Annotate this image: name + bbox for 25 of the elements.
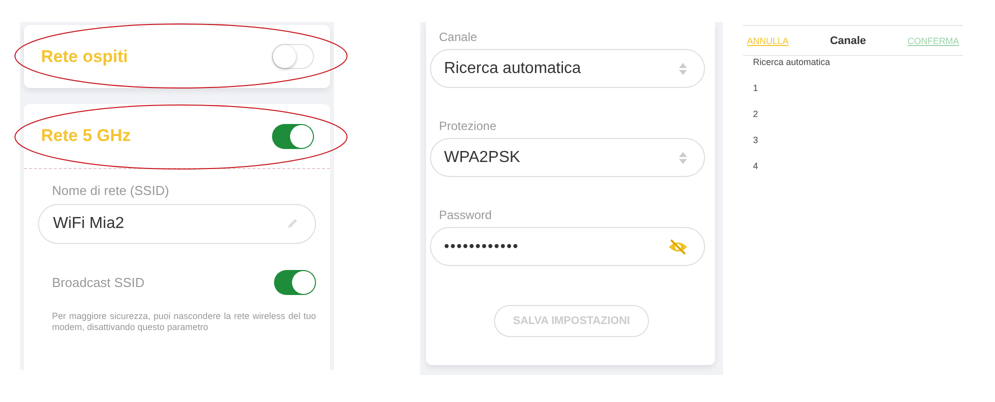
ssid-label: Nome di rete (SSID) xyxy=(52,183,170,198)
sort-arrows-icon xyxy=(678,150,688,164)
sort-arrows-icon xyxy=(678,62,688,76)
field-label: Protezione xyxy=(439,119,498,133)
channel-option[interactable]: 2 xyxy=(743,108,963,134)
select-field[interactable]: Ricerca automatica xyxy=(430,49,705,88)
ssid-field[interactable]: WiFi Mia2 xyxy=(38,204,316,244)
guest-network-label: Rete ospiti xyxy=(41,46,128,66)
guest-network-toggle[interactable] xyxy=(272,44,314,69)
password-field[interactable]: •••••••••••• xyxy=(430,227,705,266)
eye-slash-icon xyxy=(668,238,688,254)
channel-option[interactable]: Ricerca automatica xyxy=(743,56,963,82)
broadcast-ssid-toggle[interactable] xyxy=(274,270,316,295)
help-text: Per maggiore sicurezza, puoi nascondere la rete wireless del tuo modem, disattivando questo parametro xyxy=(52,311,316,333)
band-5ghz-label: Rete 5 GHz xyxy=(41,126,131,146)
field-label: Password xyxy=(439,208,493,222)
broadcast-ssid-label: Broadcast SSID xyxy=(52,275,144,290)
field-label: Canale xyxy=(439,30,478,44)
select-field[interactable]: WPA2PSK xyxy=(430,138,705,177)
pencil-icon xyxy=(285,217,299,231)
channel-option[interactable]: 4 xyxy=(743,160,963,186)
picker-title: Canale xyxy=(830,34,866,46)
band-5ghz-toggle[interactable] xyxy=(272,124,314,148)
channel-option[interactable]: 3 xyxy=(743,134,963,160)
channel-option[interactable]: 1 xyxy=(743,82,963,108)
